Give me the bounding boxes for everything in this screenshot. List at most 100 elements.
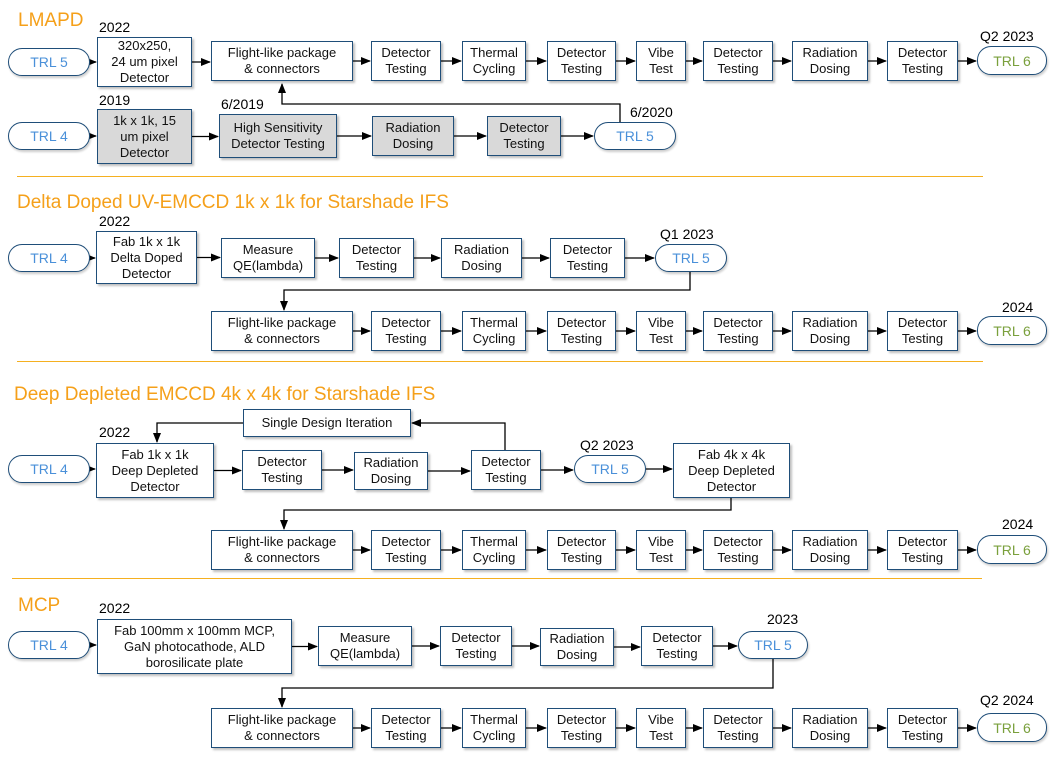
date-label: Q2 2024 [980,692,1034,708]
step-label-line: Fab 100mm x 100mm MCP, [114,622,275,638]
date-label: Q2 2023 [580,437,634,453]
process-step: Detector Testing [371,708,441,748]
step-label-line: Testing [656,646,698,661]
process-step: Fab 100mm x 100mm MCP, GaN photocathode, … [97,619,292,674]
step-label-line: Dosing [809,331,851,346]
process-step: Thermal Cycling [462,708,526,748]
step-label-line: & connectors [244,550,320,565]
process-step: 1k x 1k, 15 um pixel Detector [97,109,192,164]
process-step: Detector Testing [547,311,616,351]
process-step: Detector Testing [887,311,958,351]
step-label-line: Testing [901,728,944,743]
step-label-line: Detector [556,315,607,330]
step-label-line: TRL 5 [672,250,710,266]
step-label-line: Detector Testing [231,136,325,151]
step-label-line: Test [649,728,673,743]
process-step: Detector Testing [440,626,512,666]
step-label-line: Detector [257,454,307,469]
process-step: Fab 1k x 1k Deep Depleted Detector [96,443,214,498]
step-label-line: Detector [562,242,613,257]
date-label: 6/2019 [221,96,264,112]
step-label-line: Radiation [802,315,858,330]
process-step: Detector Testing [703,530,773,570]
step-label-line: GaN photocathode, ALD [124,638,265,654]
step-label-line: Radiation [454,242,509,257]
step-label-line: Test [649,331,673,346]
step-label-line: Detector [713,534,763,549]
process-step: Detector Testing [371,530,441,570]
step-label-line: Detector [556,45,607,60]
process-step: Radiation Dosing [441,238,522,278]
process-step: Vibe Test [636,708,686,748]
date-label: 2022 [99,19,131,35]
step-label-line: Test [649,550,673,565]
step-label-line: Radiation [802,534,858,549]
trl-milestone: TRL 5 [574,455,646,483]
step-label-line: & connectors [244,61,320,76]
step-label-line: Delta Doped [110,249,183,265]
step-label-line: 1k x 1k, 15 [113,112,176,128]
date-label: Q1 2023 [660,226,714,242]
step-label-line: Cycling [472,331,516,346]
trl-milestone: TRL 4 [8,455,90,483]
step-label-line: Testing [385,331,427,346]
step-label-line: Detector [351,242,402,257]
step-label-line: Flight-like package [227,534,337,549]
step-label-line: Detector [713,45,763,60]
step-label-line: Testing [560,550,603,565]
roadmap-diagram: LMAPD 2022 Q2 2023 2019 6/2019 6/2020 TRL 5 320… [0,0,1050,769]
step-label-line: Detector [556,534,607,549]
trl-milestone: TRL 4 [8,631,90,659]
step-label-line: TRL 5 [754,637,792,653]
date-label: 2024 [1002,299,1034,315]
step-label-line: Thermal [470,315,518,330]
process-step: High Sensitivity Detector Testing [219,114,337,158]
step-label-line: Detector [451,630,501,645]
date-label: 2022 [99,600,131,616]
flow-arrow [411,419,506,450]
step-label-line: Dosing [556,647,598,662]
date-label: 2024 [1002,516,1034,532]
step-label-line: um pixel [120,128,169,144]
process-step: Radiation Dosing [792,311,868,351]
step-label-line: Detector [706,478,757,494]
step-label-line: Deep Depleted [111,462,199,478]
step-label-line: Testing [385,728,427,743]
process-step: Detector Testing [703,708,773,748]
step-label-line: Vibe [648,45,674,60]
step-label-line: Detector [481,454,531,469]
step-label-line: Testing [485,470,527,485]
date-label: Q2 2023 [980,28,1034,44]
step-label-line: Detector [897,534,948,549]
process-step: Detector Testing [703,41,773,81]
process-step: 320x250, 24 um pixel Detector [97,37,192,87]
step-label-line: QE(lambda) [232,258,304,273]
step-label-line: Detector [381,315,431,330]
date-label: 6/2020 [630,104,673,120]
process-step: Detector Testing [339,238,414,278]
step-label-line: Testing [503,136,545,151]
step-label-line: Testing [560,331,603,346]
step-label-line: Detector [119,70,170,85]
step-label-line: Testing [385,550,427,565]
step-label-line: Detector [499,120,549,135]
step-label-line: Detector [897,315,948,330]
process-step: Detector Testing [703,311,773,351]
trl-milestone: TRL 4 [8,122,90,150]
step-label-line: Dosing [370,471,412,486]
trl-milestone: TRL 5 [594,122,676,150]
step-label-line: Measure [339,630,391,645]
step-label-line: Flight-like package [227,712,337,727]
section-title: MCP [18,595,61,616]
step-label-line: TRL 4 [30,637,68,653]
step-label-line: Cycling [472,728,516,743]
step-label-line: Detector [381,45,431,60]
process-step: Detector Testing [887,530,958,570]
process-step: Vibe Test [636,311,686,351]
step-label-line: Dosing [809,728,851,743]
section-divider [17,361,983,362]
section-divider [12,578,982,579]
step-label-line: Single Design Iteration [261,415,393,430]
flow-arrow [278,659,774,708]
process-step: Detector Testing [547,708,616,748]
